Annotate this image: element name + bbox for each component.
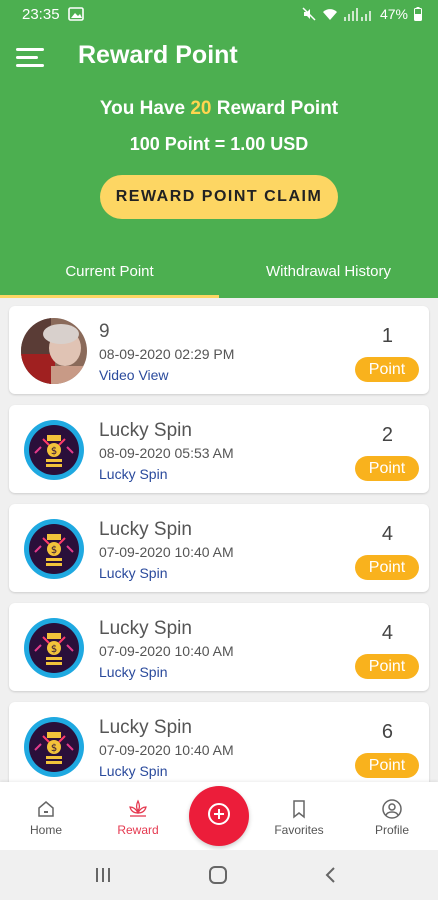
status-time: 23:35 xyxy=(22,5,60,23)
nav-favorites-label: Favorites xyxy=(274,823,324,837)
signal-icon xyxy=(343,7,374,21)
reward-prefix: You Have xyxy=(99,98,191,119)
entry-date: 07-09-2020 10:40 AM xyxy=(99,544,234,560)
reward-summary: You Have 20 Reward Point xyxy=(0,98,438,120)
back-icon[interactable] xyxy=(316,864,346,886)
svg-text:$: $ xyxy=(51,743,57,754)
reward-suffix: Reward Point xyxy=(211,98,339,119)
entry-date: 08-09-2020 05:53 AM xyxy=(99,445,234,461)
video-thumbnail xyxy=(21,318,87,384)
add-button[interactable] xyxy=(189,786,249,846)
point-badge: Point xyxy=(355,654,419,679)
entry-type: Video View xyxy=(99,367,169,383)
entry-type: Lucky Spin xyxy=(99,763,168,779)
nav-home-label: Home xyxy=(29,823,62,837)
entry-title: Lucky Spin xyxy=(99,420,192,441)
battery-icon xyxy=(414,7,422,21)
system-nav-bar xyxy=(0,850,438,900)
lucky-spin-icon: $ xyxy=(21,516,87,582)
status-bar: 23:35 47% xyxy=(0,0,438,28)
nav-favorites[interactable]: Favorites xyxy=(259,798,339,837)
home-icon xyxy=(6,798,86,820)
nav-profile[interactable]: Profile xyxy=(352,798,432,837)
entry-type: Lucky Spin xyxy=(99,466,168,482)
entry-date: 08-09-2020 02:29 PM xyxy=(99,346,235,362)
entry-title: Lucky Spin xyxy=(99,618,192,639)
entry-type: Lucky Spin xyxy=(99,565,168,581)
bookmark-icon xyxy=(259,798,339,820)
nav-profile-label: Profile xyxy=(374,823,409,837)
conversion-rate: 100 Point = 1.00 USD xyxy=(129,134,309,154)
plus-circle-icon xyxy=(206,801,232,832)
tab-current-point[interactable]: Current Point xyxy=(0,258,219,298)
nav-reward-label: Reward xyxy=(117,823,159,837)
reward-icon xyxy=(98,798,178,820)
list-item[interactable]: $ Lucky Spin 08-09-2020 05:53 AM Lucky S… xyxy=(9,405,429,493)
point-badge: Point xyxy=(355,555,419,580)
list-item[interactable]: $ Lucky Spin 07-09-2020 10:40 AM Lucky S… xyxy=(9,504,429,592)
tab-bar: Current Point Withdrawal History xyxy=(0,258,438,298)
entry-points: 2 xyxy=(381,424,393,446)
reward-list: 9 08-09-2020 02:29 PM Video View 1 Point… xyxy=(0,298,438,782)
lucky-spin-icon: $ xyxy=(21,615,87,681)
wifi-icon xyxy=(322,7,338,21)
entry-type: Lucky Spin xyxy=(99,664,168,680)
entry-date: 07-09-2020 10:40 AM xyxy=(99,742,234,758)
list-item[interactable]: 9 08-09-2020 02:29 PM Video View 1 Point xyxy=(9,306,429,394)
page-title: Reward Point xyxy=(78,41,238,69)
nav-reward[interactable]: Reward xyxy=(98,798,178,837)
svg-text:$: $ xyxy=(51,446,57,457)
nav-home[interactable]: Home xyxy=(6,798,86,837)
entry-points: 4 xyxy=(381,523,393,545)
mute-icon xyxy=(302,7,316,21)
menu-icon[interactable] xyxy=(14,42,48,72)
entry-title: 9 xyxy=(99,321,110,342)
list-item[interactable]: $ Lucky Spin 07-09-2020 10:40 AM Lucky S… xyxy=(9,702,429,782)
entry-date: 07-09-2020 10:40 AM xyxy=(99,643,234,659)
point-badge: Point xyxy=(355,357,419,382)
entry-points: 1 xyxy=(381,325,393,347)
svg-text:$: $ xyxy=(51,545,57,556)
entry-title: Lucky Spin xyxy=(99,519,192,540)
profile-icon xyxy=(352,798,432,820)
home-button-icon[interactable] xyxy=(203,864,233,886)
reward-count: 20 xyxy=(190,98,212,119)
gallery-icon xyxy=(67,7,84,21)
list-item[interactable]: $ Lucky Spin 07-09-2020 10:40 AM Lucky S… xyxy=(9,603,429,691)
reward-claim-button[interactable]: REWARD POINT CLAIM xyxy=(100,175,338,219)
entry-points: 6 xyxy=(381,721,393,743)
tab-withdrawal-history[interactable]: Withdrawal History xyxy=(219,258,438,298)
entry-points: 4 xyxy=(381,622,393,644)
battery-percent: 47% xyxy=(379,6,408,22)
lucky-spin-icon: $ xyxy=(21,417,87,483)
point-badge: Point xyxy=(355,753,419,778)
header: Reward Point You Have 20 Reward Point 10… xyxy=(0,28,438,298)
recent-apps-icon[interactable] xyxy=(88,864,118,886)
svg-text:$: $ xyxy=(51,644,57,655)
point-badge: Point xyxy=(355,456,419,481)
entry-title: Lucky Spin xyxy=(99,717,192,738)
lucky-spin-icon: $ xyxy=(21,714,87,780)
